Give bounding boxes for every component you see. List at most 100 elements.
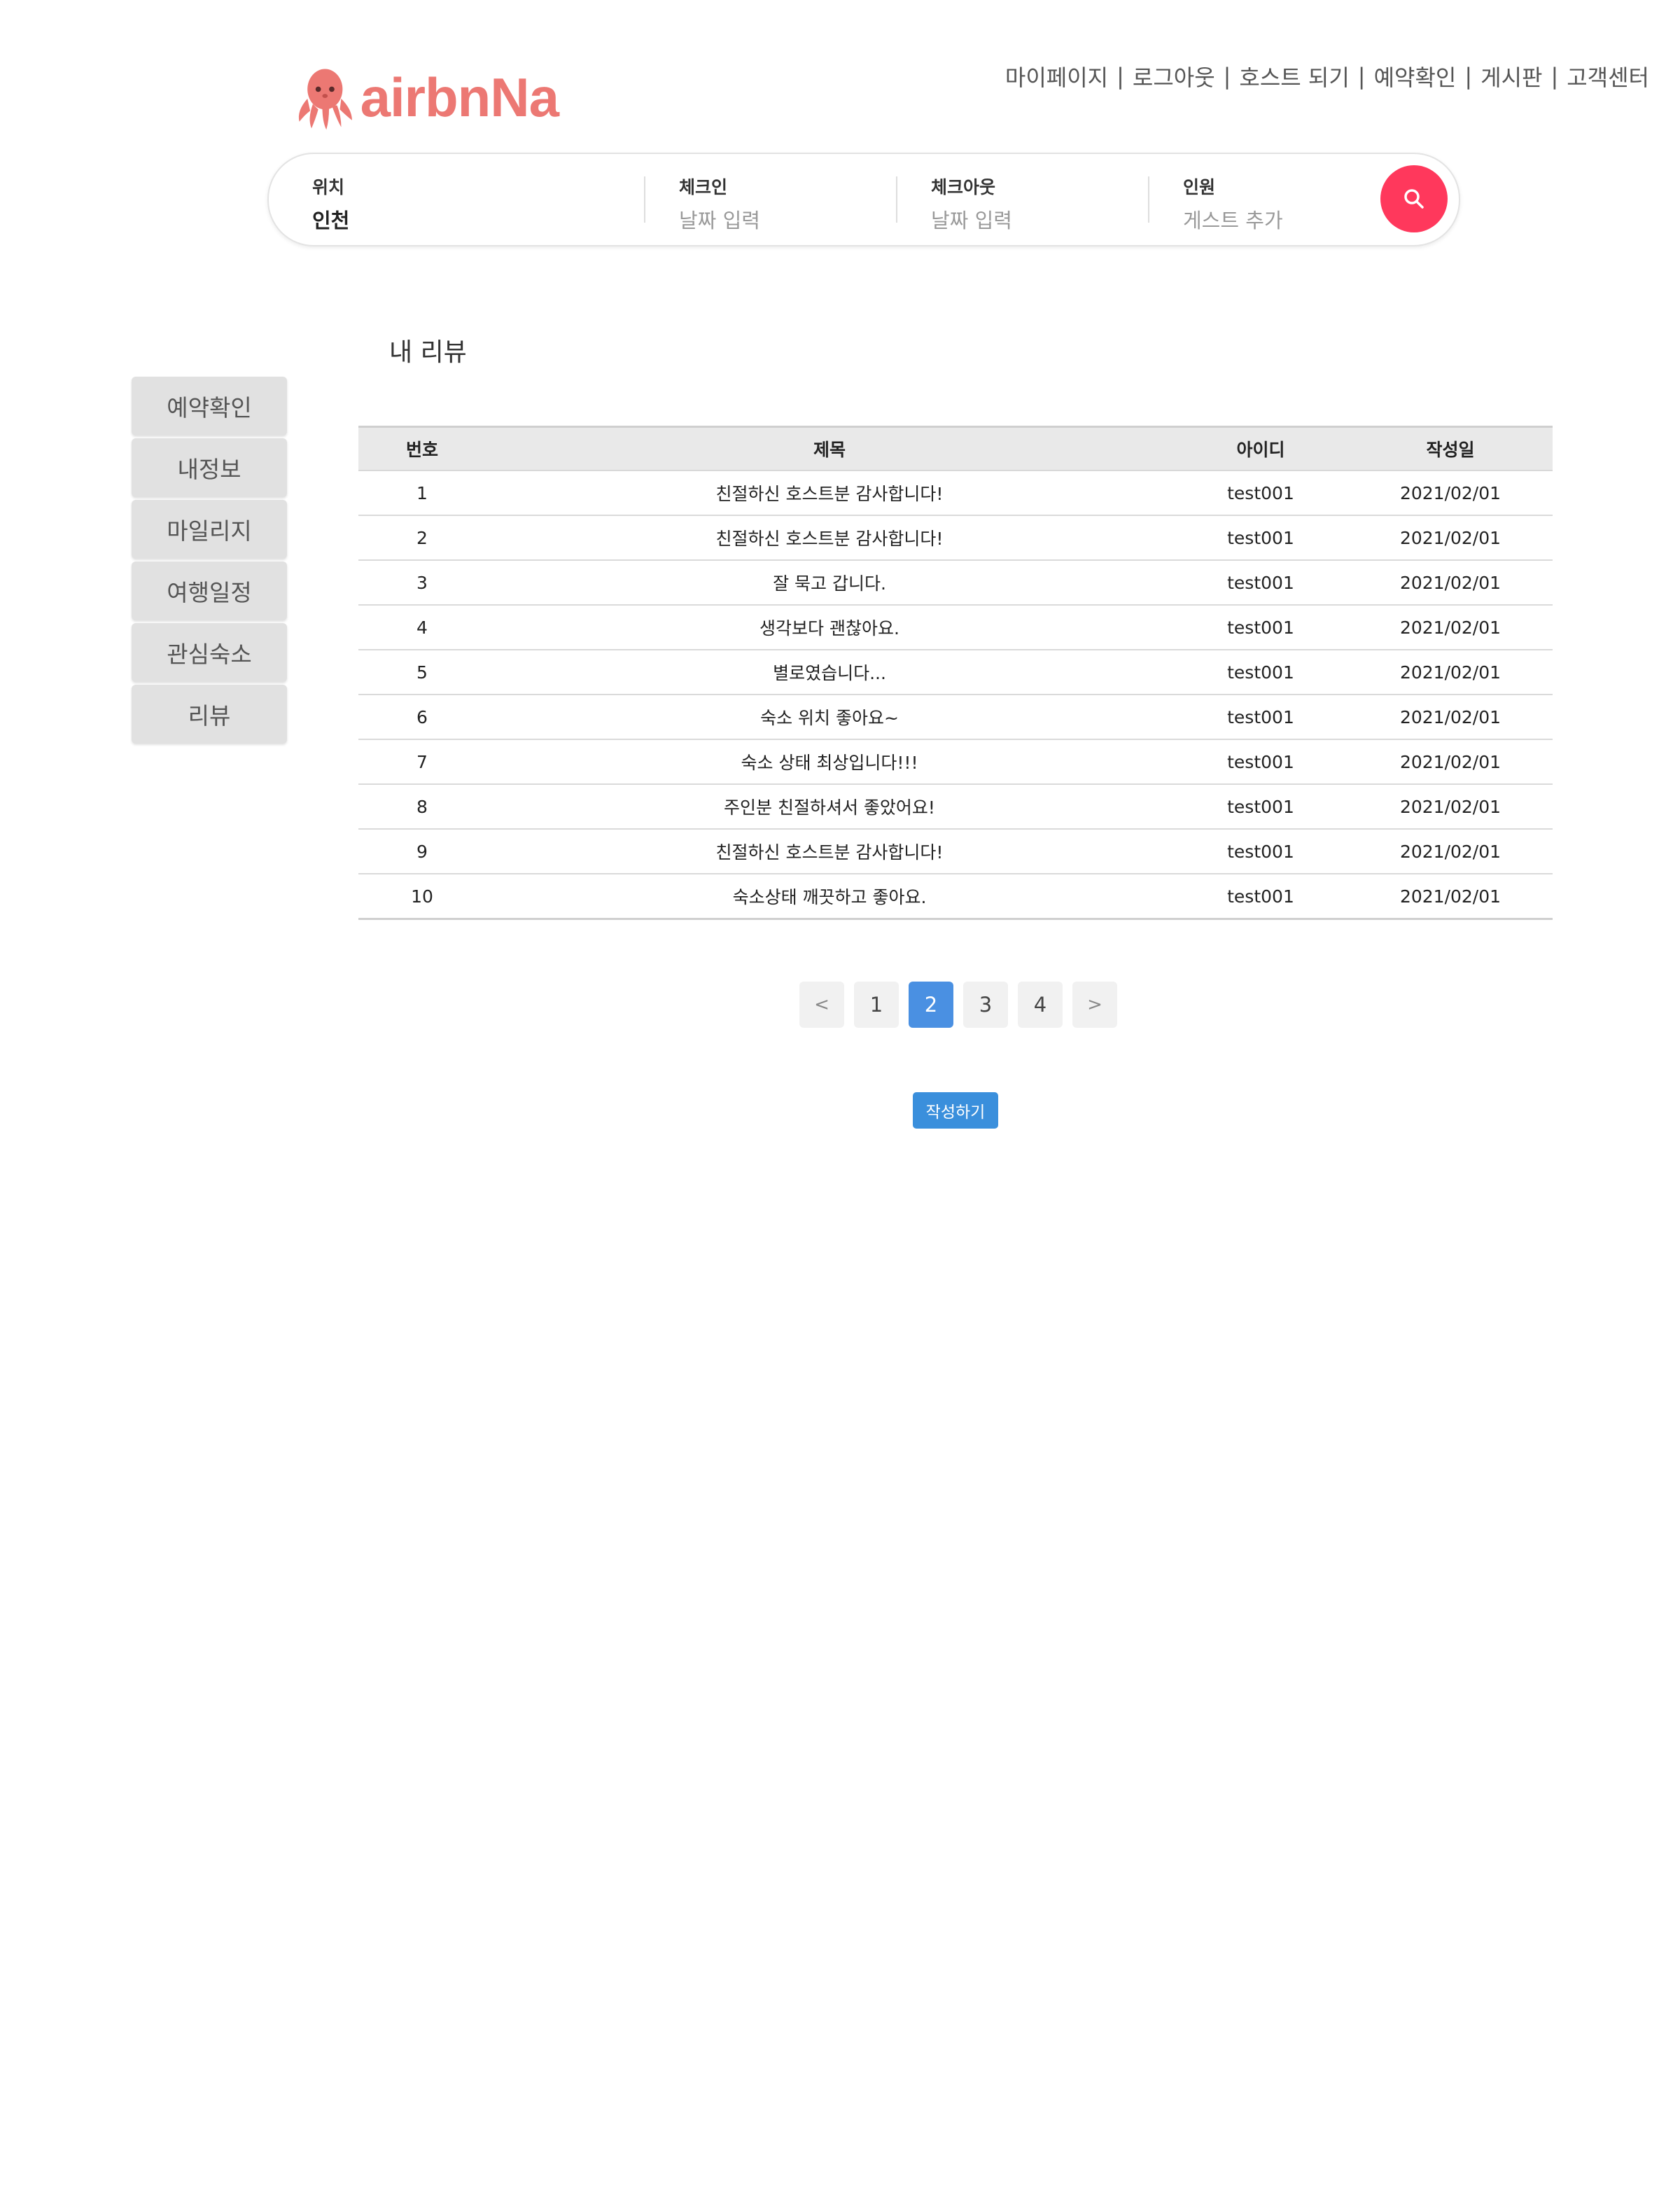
pagination-page-2-current[interactable]: 2 xyxy=(909,982,953,1028)
table-row[interactable]: 7 숙소 상태 최상입니다!!! test001 2021/02/01 xyxy=(358,739,1553,785)
nav-separator: | xyxy=(1550,63,1559,90)
table-row[interactable]: 1 친절하신 호스트분 감사합니다! test001 2021/02/01 xyxy=(358,470,1553,516)
row-number: 9 xyxy=(358,829,486,874)
nav-separator: | xyxy=(1116,63,1124,90)
row-id: test001 xyxy=(1173,515,1348,561)
pagination: < 1 2 3 4 > xyxy=(799,982,1117,1028)
row-title[interactable]: 별로였습니다... xyxy=(486,650,1173,695)
row-date: 2021/02/01 xyxy=(1348,829,1553,874)
column-header-number: 번호 xyxy=(358,426,486,471)
nav-become-host[interactable]: 호스트 되기 xyxy=(1239,60,1349,92)
location-value[interactable]: 인천 xyxy=(312,204,349,234)
row-date: 2021/02/01 xyxy=(1348,560,1553,606)
row-date: 2021/02/01 xyxy=(1348,739,1553,785)
row-date: 2021/02/01 xyxy=(1348,650,1553,695)
row-id: test001 xyxy=(1173,695,1348,740)
logo[interactable]: airbnNa xyxy=(293,59,559,136)
location-label: 위치 xyxy=(312,177,345,197)
row-id: test001 xyxy=(1173,650,1348,695)
sidebar-menu: 예약확인 내정보 마일리지 여행일정 관심숙소 리뷰 xyxy=(132,377,287,746)
row-number: 1 xyxy=(358,470,486,516)
row-number: 10 xyxy=(358,874,486,920)
search-icon xyxy=(1404,189,1424,209)
row-date: 2021/02/01 xyxy=(1348,605,1553,650)
nav-mypage[interactable]: 마이페이지 xyxy=(1005,60,1108,92)
sidebar-item-wishlist[interactable]: 관심숙소 xyxy=(132,623,287,682)
nav-separator: | xyxy=(1357,63,1366,90)
row-number: 2 xyxy=(358,515,486,561)
write-review-button[interactable]: 작성하기 xyxy=(913,1092,998,1129)
row-number: 7 xyxy=(358,739,486,785)
nav-separator: | xyxy=(1223,63,1231,90)
row-id: test001 xyxy=(1173,829,1348,874)
row-title[interactable]: 주인분 친절하셔서 좋았어요! xyxy=(486,784,1173,830)
location-field[interactable]: 위치 인천 xyxy=(312,174,349,234)
row-title[interactable]: 숙소 상태 최상입니다!!! xyxy=(486,739,1173,785)
pagination-prev-button[interactable]: < xyxy=(799,982,844,1028)
row-title[interactable]: 숙소 위치 좋아요~ xyxy=(486,695,1173,740)
row-title[interactable]: 숙소상태 깨끗하고 좋아요. xyxy=(486,874,1173,920)
sidebar-item-itinerary[interactable]: 여행일정 xyxy=(132,562,287,620)
row-date: 2021/02/01 xyxy=(1348,784,1553,830)
table-row[interactable]: 6 숙소 위치 좋아요~ test001 2021/02/01 xyxy=(358,695,1553,740)
row-id: test001 xyxy=(1173,874,1348,920)
row-date: 2021/02/01 xyxy=(1348,515,1553,561)
row-title[interactable]: 생각보다 괜찮아요. xyxy=(486,605,1173,650)
nav-reservations[interactable]: 예약확인 xyxy=(1374,60,1457,92)
column-header-id: 아이디 xyxy=(1173,426,1348,471)
row-title[interactable]: 잘 묵고 갑니다. xyxy=(486,560,1173,606)
row-id: test001 xyxy=(1173,560,1348,606)
row-number: 8 xyxy=(358,784,486,830)
row-date: 2021/02/01 xyxy=(1348,874,1553,920)
pagination-page-3[interactable]: 3 xyxy=(963,982,1008,1028)
row-number: 6 xyxy=(358,695,486,740)
row-id: test001 xyxy=(1173,739,1348,785)
top-navigation: 마이페이지 | 로그아웃 | 호스트 되기 | 예약확인 | 게시판 | 고객센터 xyxy=(1005,60,1649,92)
column-header-title: 제목 xyxy=(486,426,1173,471)
guests-label: 인원 xyxy=(1183,177,1216,197)
review-table: 번호 제목 아이디 작성일 1 친절하신 호스트분 감사합니다! test001 20… xyxy=(358,426,1553,920)
sidebar-item-reservations[interactable]: 예약확인 xyxy=(132,377,287,435)
guests-input[interactable]: 게스트 추가 xyxy=(1183,204,1283,234)
row-date: 2021/02/01 xyxy=(1348,470,1553,516)
row-title[interactable]: 친절하신 호스트분 감사합니다! xyxy=(486,470,1173,516)
row-id: test001 xyxy=(1173,784,1348,830)
pagination-page-4[interactable]: 4 xyxy=(1018,982,1063,1028)
nav-logout[interactable]: 로그아웃 xyxy=(1133,60,1215,92)
table-row[interactable]: 5 별로였습니다... test001 2021/02/01 xyxy=(358,650,1553,695)
column-header-date: 작성일 xyxy=(1348,426,1553,471)
row-title[interactable]: 친절하신 호스트분 감사합니다! xyxy=(486,829,1173,874)
pagination-page-1[interactable]: 1 xyxy=(854,982,899,1028)
pagination-next-button[interactable]: > xyxy=(1072,982,1117,1028)
table-header-row: 번호 제목 아이디 작성일 xyxy=(358,426,1553,471)
nav-board[interactable]: 게시판 xyxy=(1480,60,1542,92)
table-row[interactable]: 9 친절하신 호스트분 감사합니다! test001 2021/02/01 xyxy=(358,829,1553,874)
search-divider xyxy=(1148,176,1149,223)
checkin-input[interactable]: 날짜 입력 xyxy=(679,204,760,234)
sidebar-item-reviews[interactable]: 리뷰 xyxy=(132,685,287,744)
page-title: 내 리뷰 xyxy=(389,338,467,367)
checkout-field[interactable]: 체크아웃 날짜 입력 xyxy=(931,174,1012,234)
search-divider xyxy=(896,176,897,223)
checkin-field[interactable]: 체크인 날짜 입력 xyxy=(679,174,760,234)
sidebar-item-mileage[interactable]: 마일리지 xyxy=(132,500,287,559)
table-row[interactable]: 4 생각보다 괜찮아요. test001 2021/02/01 xyxy=(358,605,1553,650)
sidebar-item-my-info[interactable]: 내정보 xyxy=(132,438,287,497)
search-divider xyxy=(644,176,645,223)
table-row[interactable]: 2 친절하신 호스트분 감사합니다! test001 2021/02/01 xyxy=(358,515,1553,561)
guests-field[interactable]: 인원 게스트 추가 xyxy=(1183,174,1283,234)
table-row[interactable]: 3잘 묵고 갑니다. test001 2021/02/01 xyxy=(358,560,1553,606)
search-button[interactable] xyxy=(1380,165,1448,232)
row-number: 3 xyxy=(358,560,486,606)
checkout-label: 체크아웃 xyxy=(931,177,996,197)
checkout-input[interactable]: 날짜 입력 xyxy=(931,204,1012,234)
row-number: 5 xyxy=(358,650,486,695)
row-title[interactable]: 친절하신 호스트분 감사합니다! xyxy=(486,515,1173,561)
table-row[interactable]: 8 주인분 친절하셔서 좋았어요! test001 2021/02/01 xyxy=(358,784,1553,830)
nav-customer-center[interactable]: 고객센터 xyxy=(1567,60,1649,92)
row-number: 4 xyxy=(358,605,486,650)
checkin-label: 체크인 xyxy=(679,177,728,197)
table-row[interactable]: 10 숙소상태 깨끗하고 좋아요. test001 2021/02/01 xyxy=(358,874,1553,920)
row-id: test001 xyxy=(1173,605,1348,650)
octopus-logo-icon xyxy=(298,69,352,130)
